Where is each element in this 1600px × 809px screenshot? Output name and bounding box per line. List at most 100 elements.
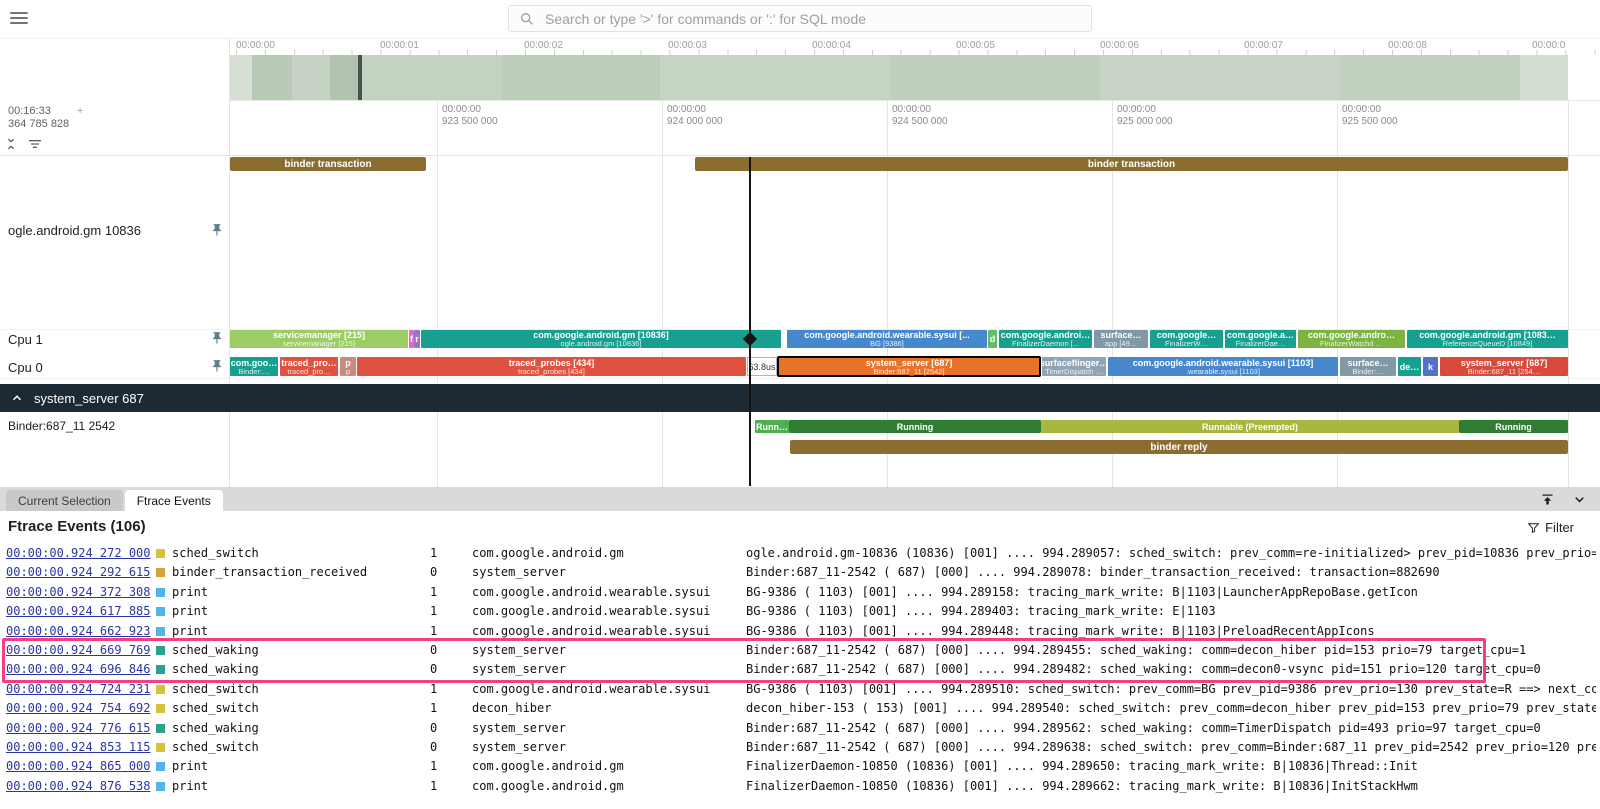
event-color-swatch	[156, 685, 165, 694]
event-cpu: 0	[430, 565, 437, 579]
event-name: sched_switch	[172, 740, 259, 754]
timeline-slice[interactable]: com.google.andro…FinalizerWatchd …	[1298, 330, 1405, 348]
timeline-grid-timestamp: 00:00:00923 500 000	[442, 104, 498, 128]
event-timestamp-link[interactable]: 00:00:00.924 696 846	[6, 662, 151, 676]
overview-density-block	[330, 55, 358, 100]
event-color-swatch	[156, 627, 165, 636]
ftrace-event-row[interactable]: 00:00:00.924 776 615sched_waking0system_…	[0, 719, 1600, 738]
timeline-grid-timestamp: 00:00:00924 500 000	[892, 104, 948, 128]
track-label-gm-process[interactable]: ogle.android.gm 10836	[8, 223, 141, 238]
timeline-slice[interactable]: de…	[1398, 357, 1421, 376]
timeline-slice[interactable]: k	[1423, 357, 1438, 376]
timeline-slice[interactable]: com.google.android.gm [10836]ogle.androi…	[421, 330, 781, 348]
event-timestamp-link[interactable]: 00:00:00.924 853 115	[6, 740, 151, 754]
timeline-slice[interactable]: system_server [687]Binder:687_11 [254…	[1440, 357, 1568, 376]
ftrace-event-row[interactable]: 00:00:00.924 617 885print1com.google.and…	[0, 602, 1600, 621]
timeline-slice[interactable]: 63.8us	[747, 357, 777, 376]
event-cpu: 0	[430, 662, 437, 676]
search-input[interactable]	[543, 10, 1081, 28]
timeline-slice[interactable]: com.google.android.gm [1083…ReferenceQue…	[1407, 330, 1568, 348]
event-process: com.google.android.wearable.sysui	[472, 585, 710, 599]
ftrace-event-row[interactable]: 00:00:00.924 865 000print1com.google.and…	[0, 757, 1600, 776]
event-name: sched_switch	[172, 546, 259, 560]
timeline-slice[interactable]: com.goo…Binder:…	[230, 357, 278, 376]
binder-transaction-slice[interactable]: binder transaction	[695, 157, 1568, 171]
event-timestamp-link[interactable]: 00:00:00.924 292 615	[6, 565, 151, 579]
ftrace-event-row[interactable]: 00:00:00.924 853 115sched_switch0system_…	[0, 738, 1600, 757]
event-cpu: 1	[430, 604, 437, 618]
push-pin-icon[interactable]	[210, 223, 224, 237]
event-timestamp-link[interactable]: 00:00:00.924 865 000	[6, 759, 151, 773]
timeline-slice[interactable]: com.google.android.wearable.sysui [...BG…	[787, 330, 987, 348]
ftrace-event-row[interactable]: 00:00:00.924 724 231sched_switch1com.goo…	[0, 680, 1600, 699]
timeline-slice[interactable]: traced_probes [434]traced_probes [434]	[357, 357, 746, 376]
event-args: Binder:687_11-2542 ( 687) [000] .... 994…	[746, 740, 1596, 754]
event-color-swatch	[156, 549, 165, 558]
timeline-ruler-label: 00:00:00	[236, 40, 275, 51]
group-header-label: system_server 687	[34, 391, 144, 406]
thread-state-slice[interactable]: Running	[1459, 420, 1568, 433]
event-timestamp-link[interactable]: 00:00:00.924 662 923	[6, 624, 151, 638]
timeline-ruler-label: 00:00:07	[1244, 40, 1283, 51]
event-timestamp-link[interactable]: 00:00:00.924 754 692	[6, 701, 151, 715]
ftrace-event-row[interactable]: 00:00:00.924 662 923print1com.google.and…	[0, 622, 1600, 641]
funnel-icon	[1527, 521, 1540, 534]
tab-ftrace-events[interactable]: Ftrace Events	[125, 490, 223, 511]
ftrace-event-row[interactable]: 00:00:00.924 372 308print1com.google.and…	[0, 583, 1600, 602]
event-timestamp-link[interactable]: 00:00:00.924 617 885	[6, 604, 151, 618]
event-cpu: 1	[430, 701, 437, 715]
thread-state-slice[interactable]: Running	[789, 420, 1041, 433]
event-timestamp-link[interactable]: 00:00:00.924 272 000	[6, 546, 151, 560]
ftrace-event-row[interactable]: 00:00:00.924 696 846sched_waking0system_…	[0, 660, 1600, 679]
ftrace-event-row[interactable]: 00:00:00.924 754 692sched_switch1decon_h…	[0, 699, 1600, 718]
timeline-slice[interactable]: com.google.androi…FinalizerDaemon [...	[999, 330, 1092, 348]
timeline-slice[interactable]: traced_pro…traced_pro…	[280, 357, 338, 376]
timeline-grid-timestamp: 00:00:00925 000 000	[1117, 104, 1173, 128]
thread-state-slice[interactable]: Runnable (Preempted)	[1041, 420, 1459, 433]
event-cpu: 1	[430, 682, 437, 696]
event-timestamp-link[interactable]: 00:00:00.924 776 615	[6, 721, 151, 735]
timeline-slice[interactable]: pp	[340, 357, 356, 376]
omnibox-search[interactable]	[508, 5, 1092, 32]
event-name: binder_transaction_received	[172, 565, 367, 579]
panel-expand-button[interactable]	[1538, 490, 1556, 508]
timeline-slice[interactable]: surfaceflinger…TimerDispatch …	[1042, 357, 1106, 376]
timeline-slice[interactable]: servicemanager [215]servicemanager [215]	[230, 330, 408, 348]
binder-reply-slice[interactable]: binder reply	[790, 440, 1568, 454]
ftrace-event-row[interactable]: 00:00:00.924 292 615 binder_transaction_r…	[0, 563, 1600, 582]
ftrace-event-row[interactable]: 00:00:00.924 876 538print1com.google.and…	[0, 777, 1600, 796]
collapse-all-tracks-button[interactable]	[2, 135, 20, 153]
event-timestamp-link[interactable]: 00:00:00.924 876 538	[6, 779, 151, 793]
chevron-down-icon	[1572, 492, 1587, 507]
timeline-slice[interactable]: d	[988, 330, 997, 348]
event-timestamp-link[interactable]: 00:00:00.924 669 769	[6, 643, 151, 657]
timeline-slice[interactable]: surface…Binder:…	[1340, 357, 1396, 376]
unfold-less-icon	[3, 136, 19, 152]
tab-current-selection[interactable]: Current Selection	[6, 490, 123, 511]
timeline-slice[interactable]: com.google.android.wearable.sysui [1103]…	[1108, 357, 1338, 376]
trace-overview-minimap[interactable]	[230, 55, 1568, 100]
binder-transaction-slice[interactable]: binder transaction	[230, 157, 426, 171]
timeline-slice[interactable]: com.google.a…FinalizerDae…	[1225, 330, 1296, 348]
ftrace-event-row[interactable]: 00:00:00.924 669 769sched_waking0system_…	[0, 641, 1600, 660]
thread-state-slice[interactable]: Runn…	[755, 420, 789, 433]
ftrace-events-table: 00:00:00.924 272 000 sched_switch 1 com.goo…	[0, 544, 1600, 809]
event-color-swatch	[156, 568, 165, 577]
process-group-header[interactable]: system_server 687	[0, 384, 1600, 412]
cpu1-slice-track: servicemanager [215]servicemanager [215]…	[0, 330, 1600, 348]
ftrace-event-row[interactable]: 00:00:00.924 272 000sched_switch1com.goo…	[0, 544, 1600, 563]
overview-density-block	[1520, 55, 1568, 100]
timeline-slice[interactable]: r	[414, 330, 420, 348]
filter-button[interactable]: Filter	[1527, 520, 1574, 535]
timeline-slice[interactable]: surface…app [49…	[1094, 330, 1148, 348]
panel-collapse-button[interactable]	[1570, 490, 1588, 508]
timeline-slice[interactable]: system_server [687]Binder:687_11 [2542]	[778, 357, 1040, 376]
hamburger-menu-icon[interactable]	[10, 12, 28, 26]
timeline-slice[interactable]: com.google…FinalizerW…	[1150, 330, 1223, 348]
event-timestamp-link[interactable]: 00:00:00.924 372 308	[6, 585, 151, 599]
timeline-ruler-label: 00:00:02	[524, 40, 563, 51]
details-panel: Current Selection Ftrace Events Ftrace E…	[0, 487, 1600, 809]
track-filter-button[interactable]	[26, 135, 44, 153]
event-timestamp-link[interactable]: 00:00:00.924 724 231	[6, 682, 151, 696]
event-args: BG-9386 ( 1103) [001] .... 994.289448: t…	[746, 624, 1596, 638]
